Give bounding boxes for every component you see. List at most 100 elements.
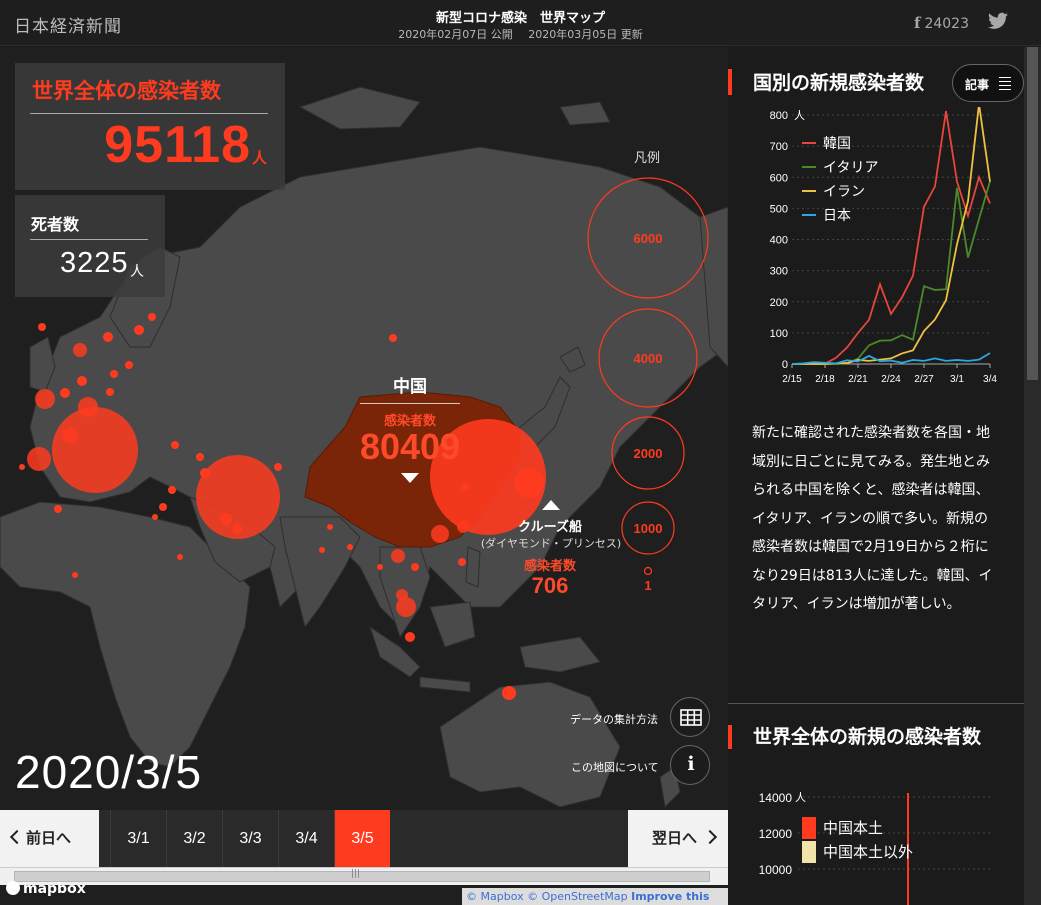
total-infections-unit: 人 [251,149,267,167]
bubble-norway [103,332,113,342]
x-tick-label: 3/4 [983,374,997,385]
bubble-kuwait [200,468,210,478]
bubble-misc-7 [347,544,353,550]
map-attribution[interactable]: © Mapbox © OpenStreetMap Improve this ma… [462,888,728,905]
article-button[interactable]: 記事 [952,64,1024,102]
legend-label-1: 中国本土以外 [823,843,913,861]
bubble-austria [106,388,114,396]
australia [439,681,621,808]
x-tick-label: 2/21 [848,374,868,385]
bubble-misc-6 [19,464,25,470]
sidebar[interactable]: 国別の新規感染者数 記事 0 100 200 300 400 500 600 700 800 人 2… [728,47,1024,905]
y-tick-label: 200 [770,297,788,309]
bubble-misc-3 [152,514,158,520]
facebook-icon: f [914,14,921,32]
bubble-philippines [458,558,466,566]
twitter-icon[interactable] [988,12,1008,30]
bubble-spain [35,389,55,409]
mapbox-logo[interactable]: mapbox [6,881,86,897]
series-line-2 [792,107,991,365]
bubble-indonesia [405,632,415,642]
total-infections-label: 世界全体の感染者数 [32,79,221,103]
china-pointer-icon [401,473,419,483]
data-method-button[interactable] [670,697,710,737]
chevron-left-icon [9,829,25,845]
legend-value-1000: 1000 [634,521,663,536]
table-icon [680,709,702,726]
data-method-label[interactable]: データの集計方法 [570,711,658,727]
bubble-finland [148,313,156,321]
bubble-misc-5 [72,572,78,578]
bubble-hongkong [431,525,449,543]
arctic-islands [298,86,421,130]
bubble-iceland [38,323,46,331]
legend-value-4000: 4000 [634,351,663,366]
bubble-thailand [391,549,405,563]
prev-day-button[interactable]: 前日へ [0,810,99,867]
vertical-scrollbar[interactable] [1024,47,1041,905]
section-accent-bar [728,725,732,749]
chevron-right-icon [702,829,718,845]
bubble-malaysia [396,589,408,601]
vertical-scroll-thumb[interactable] [1027,47,1038,380]
bubble-netherlands [77,376,87,386]
bubble-misc-2 [171,441,179,449]
legend-value-6000: 6000 [634,231,663,246]
legend-swatch-0 [802,817,816,839]
y-tick-label: 100 [770,328,788,340]
legend-label-2: イラン [823,184,865,200]
x-tick-label: 2/18 [815,374,835,385]
header: 日本経済新聞 新型コロナ感染 世界マップ 2020年02月07日 公開 2020… [0,0,1041,46]
china-divider [360,403,460,404]
x-tick-label: 2/24 [881,374,901,385]
x-tick-label: 2/15 [782,374,802,385]
total-infections-value: 95118 [104,116,251,174]
timeline-day-3-5-active[interactable]: 3/5 [334,810,390,867]
timeline-day-3-3[interactable]: 3/3 [222,810,278,867]
about-map-label[interactable]: この地図について [571,759,659,775]
arctic-islands-east [559,101,611,126]
attribution-text[interactable]: © Mapbox © OpenStreetMap [466,890,628,903]
india [279,516,361,629]
bubble-vietnam [411,563,419,571]
y-tick-label: 12000 [759,827,793,841]
updated-date: 2020年03月05日 更新 [528,28,643,41]
java [419,676,471,693]
new-guinea [519,636,601,673]
timeline-day-3-1[interactable]: 3/1 [110,810,166,867]
scroll-grip-icon: ||| [351,869,361,879]
world-new-cases-chart: 14000 12000 10000 人中国本土中国本土以外 [759,791,990,905]
timeline-day-3-4[interactable]: 3/4 [278,810,334,867]
bubble-uae [232,524,242,534]
legend-label-0: 中国本土 [823,819,883,837]
bubble-germany [78,397,98,417]
country-new-cases-title: 国別の新規感染者数 [753,72,925,94]
bubble-italy [52,407,138,493]
cruise-ship-cases-value: 706 [531,573,569,598]
next-day-button[interactable]: 翌日へ [628,810,728,867]
bubble-nepal [327,524,333,530]
share-count: 24023 [924,16,969,32]
timeline-day-3-2[interactable]: 3/2 [166,810,222,867]
deaths-box: 死者数 3225 人 [15,195,165,297]
legend-value-2000: 2000 [634,446,663,461]
publish-info: 2020年02月07日 公開 2020年03月05日 更新 [0,26,1041,42]
current-date: 2020/3/5 [15,746,203,798]
horizontal-scroll-thumb[interactable]: ||| [14,869,710,882]
facebook-share[interactable]: f 24023 [914,14,969,32]
bubble-sweden [134,325,144,335]
y-tick-label: 500 [770,203,788,215]
about-map-button[interactable]: i [670,745,710,785]
bubble-egypt [159,503,167,511]
date-timeline: 2/29 3/1 3/2 3/3 3/4 3/5 前日へ 翌日へ [0,810,728,867]
y-tick-label: 300 [770,266,788,278]
bubble-france [27,447,51,471]
horizontal-scrollbar[interactable]: ||| [0,867,728,885]
bubble-uk [73,343,87,357]
world-map[interactable]: 6000 4000 2000 1000 1 世界全体の感染者数 95118 人 … [0,47,728,905]
bubble-misc-1 [274,463,282,471]
published-date: 2020年02月07日 公開 [398,28,513,41]
legend-label-1: イタリア [823,160,878,176]
bubble-israel [168,486,176,494]
legend-title: 凡例 [634,151,661,166]
